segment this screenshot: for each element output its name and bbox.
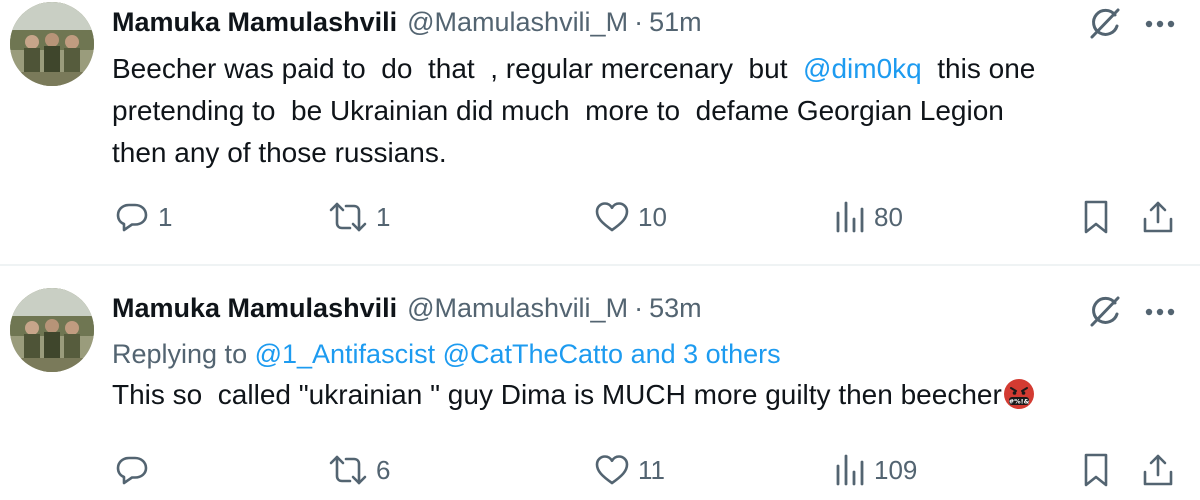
like-count: 10 <box>638 201 667 232</box>
repost-button[interactable]: 6 <box>328 450 390 490</box>
text-segment: This so called "ukrainian " guy Dima is … <box>112 379 1002 410</box>
separator: · <box>634 6 644 37</box>
repost-icon <box>329 455 367 485</box>
repost-button[interactable]: 1 <box>328 197 390 237</box>
text-segment: Beecher was paid to do that , regular me… <box>112 53 804 84</box>
repost-count: 1 <box>376 201 391 232</box>
share-icon <box>1143 454 1173 486</box>
tweet[interactable]: Mamuka Mamulashvili @Mamulashvili_M · 53… <box>0 266 1200 500</box>
replying-to: Replying to @1_Antifascist @CatTheCatto … <box>112 334 781 374</box>
avatar[interactable] <box>10 288 94 372</box>
timestamp[interactable]: 51m <box>649 7 702 38</box>
bookmark-icon <box>1084 200 1108 234</box>
angry-symbols-emoji-icon: #%!& <box>1003 378 1035 410</box>
heart-icon <box>595 202 629 232</box>
timestamp[interactable]: 53m <box>649 293 702 324</box>
replying-to-label: Replying to <box>112 339 255 369</box>
grok-icon[interactable] <box>1084 292 1124 332</box>
views-button[interactable]: 109 <box>834 450 917 490</box>
mention-link[interactable]: @dim0kq <box>803 53 922 84</box>
share-button[interactable] <box>1140 450 1176 490</box>
text-segment: this one <box>921 53 1036 84</box>
tweet-text: Beecher was paid to do that , regular me… <box>112 48 1187 174</box>
reply-button[interactable]: 1 <box>114 197 172 237</box>
author-handle[interactable]: @Mamulashvili_M <box>407 293 628 324</box>
tweet[interactable]: Mamuka Mamulashvili @Mamulashvili_M · 51… <box>0 0 1200 266</box>
bookmark-button[interactable] <box>1078 450 1114 490</box>
svg-text:#%!&: #%!& <box>1009 398 1030 406</box>
like-button[interactable]: 11 <box>594 450 665 490</box>
text-segment: then any of those russians. <box>112 137 447 168</box>
repost-icon <box>329 202 367 232</box>
share-button[interactable] <box>1140 197 1176 237</box>
replying-to-users[interactable]: @1_Antifascist @CatTheCatto and 3 others <box>255 339 781 369</box>
author-name[interactable]: Mamuka Mamulashvili <box>112 7 397 38</box>
tweet-header: Mamuka Mamulashvili @Mamulashvili_M · 53… <box>112 288 702 328</box>
bookmark-icon <box>1084 453 1108 487</box>
repost-count: 6 <box>376 454 391 485</box>
reply-icon <box>116 203 148 232</box>
reply-icon <box>116 456 148 485</box>
share-icon <box>1143 201 1173 233</box>
views-icon <box>836 454 864 486</box>
tweet-text: This so called "ukrainian " guy Dima is … <box>112 374 1187 416</box>
reply-count: 1 <box>158 201 173 232</box>
like-button[interactable]: 10 <box>594 197 667 237</box>
author-handle[interactable]: @Mamulashvili_M <box>407 7 628 38</box>
heart-icon <box>595 455 629 485</box>
views-count: 109 <box>874 454 918 485</box>
separator: · <box>634 292 644 323</box>
more-options-icon[interactable] <box>1140 4 1180 44</box>
reply-button[interactable] <box>114 450 158 490</box>
author-name[interactable]: Mamuka Mamulashvili <box>112 293 397 324</box>
bookmark-button[interactable] <box>1078 197 1114 237</box>
grok-icon[interactable] <box>1084 4 1124 44</box>
more-options-icon[interactable] <box>1140 292 1180 332</box>
avatar[interactable] <box>10 2 94 86</box>
text-segment: pretending to be Ukrainian did much more… <box>112 95 1004 126</box>
like-count: 11 <box>638 454 665 485</box>
views-count: 80 <box>874 201 903 232</box>
views-button[interactable]: 80 <box>834 197 903 237</box>
views-icon <box>836 201 864 233</box>
tweet-feed: Mamuka Mamulashvili @Mamulashvili_M · 51… <box>0 0 1200 500</box>
tweet-header: Mamuka Mamulashvili @Mamulashvili_M · 51… <box>112 2 702 42</box>
